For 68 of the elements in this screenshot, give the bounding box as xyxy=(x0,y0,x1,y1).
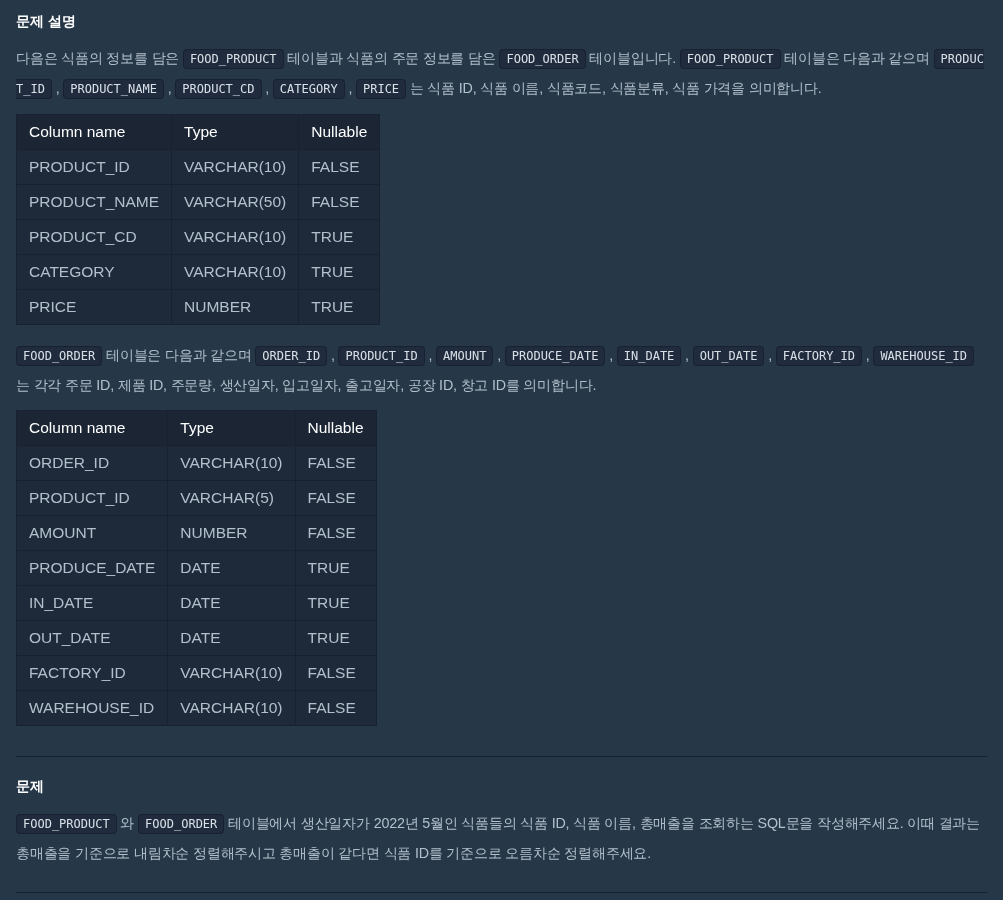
inline-code: WAREHOUSE_ID xyxy=(873,346,975,366)
table-cell: DATE xyxy=(167,585,296,621)
column-header: Type xyxy=(167,410,296,446)
column-header: Column name xyxy=(16,114,172,150)
column-header: Nullable xyxy=(295,410,377,446)
inline-code: PRODUCT_NAME xyxy=(63,79,164,99)
column-header: Type xyxy=(171,114,299,150)
table-cell: TRUE xyxy=(298,254,380,290)
inline-code: PRODUCT_CD xyxy=(175,79,262,99)
table-cell: OUT_DATE xyxy=(16,620,168,656)
table-cell: NUMBER xyxy=(171,289,299,325)
table-cell: PRODUCT_ID xyxy=(16,149,172,185)
table-cell: FALSE xyxy=(295,445,377,481)
table-cell: PRODUCE_DATE xyxy=(16,550,168,586)
paragraph: FOOD_PRODUCT 와 FOOD_ORDER 테이블에서 생산일자가 2022년 5월인 식품들의 식품 ID, 식품 이름, 총매출을 조회하는 SQL문을 작성해주세요. 이때 결과는 총매출을 기준으로 내림차순 정렬해주시고 총매출이 같다면 식품 ID를 기준으로 오름차순 정렬해주세요. xyxy=(16,813,982,863)
table-cell: NUMBER xyxy=(167,515,296,551)
inline-code: CATEGORY xyxy=(272,79,345,99)
table-cell: FACTORY_ID xyxy=(16,655,168,691)
table-cell: VARCHAR(10) xyxy=(167,655,296,691)
table-cell: IN_DATE xyxy=(16,585,168,621)
paragraph: 다음은 식품의 정보를 담은 FOOD_PRODUCT 테이블과 식품의 주문 정보를 담은 FOOD_ORDER 테이블입니다. FOOD_PRODUCT 테이블은 다음과 같으며 PRODUCT_ID , PRODUCT_NAME , PRODUCT_CD , CATEGORY , PRICE 는 식품 ID, 식품 이름, 식품코드, 식품분류, 식품 가격을 의미합니다. xyxy=(16,44,988,104)
table-cell: WAREHOUSE_ID xyxy=(16,690,168,726)
table-cell: FALSE xyxy=(298,184,380,220)
table-cell: PRODUCT_NAME xyxy=(16,184,172,220)
inline-code: AMOUNT xyxy=(436,346,494,366)
inline-code: IN_DATE xyxy=(616,346,682,366)
table-cell: TRUE xyxy=(295,620,377,656)
table-cell: PRODUCT_CD xyxy=(16,219,172,255)
table-cell: VARCHAR(10) xyxy=(171,149,299,185)
table-cell: FALSE xyxy=(298,149,380,185)
inline-code: FOOD_PRODUCT xyxy=(16,814,117,834)
inline-code: OUT_DATE xyxy=(692,346,765,366)
table-cell: VARCHAR(10) xyxy=(167,445,296,481)
table-cell: PRODUCT_ID xyxy=(16,480,168,516)
inline-code: ORDER_ID xyxy=(255,346,328,366)
table-cell: TRUE xyxy=(298,289,380,325)
table-cell: DATE xyxy=(167,550,296,586)
table-cell: ORDER_ID xyxy=(16,445,168,481)
table-cell: AMOUNT xyxy=(16,515,168,551)
table-cell: TRUE xyxy=(295,585,377,621)
table-cell: VARCHAR(10) xyxy=(167,690,296,726)
table-cell: VARCHAR(50) xyxy=(171,184,299,220)
table-cell: TRUE xyxy=(295,550,377,586)
inline-code: PRODUCT_ID xyxy=(338,346,425,366)
table-cell: FALSE xyxy=(295,480,377,516)
table-cell: FALSE xyxy=(295,655,377,691)
section-title: 문제 xyxy=(16,777,45,795)
table-cell: CATEGORY xyxy=(16,254,172,290)
column-header: Nullable xyxy=(298,114,380,150)
inline-code: FOOD_ORDER xyxy=(499,49,586,69)
inline-code: PRODUCE_DATE xyxy=(504,346,606,366)
inline-code: FOOD_PRODUCT xyxy=(182,49,284,69)
table-cell: VARCHAR(5) xyxy=(167,480,296,516)
table-cell: FALSE xyxy=(295,515,377,551)
inline-code: FOOD_ORDER xyxy=(138,814,225,834)
table-cell: VARCHAR(10) xyxy=(171,254,299,290)
table-cell: DATE xyxy=(167,620,296,656)
table-cell: TRUE xyxy=(298,219,380,255)
section-title: 문제 설명 xyxy=(16,12,77,30)
inline-code: FOOD_ORDER xyxy=(16,346,103,366)
table-cell: PRICE xyxy=(16,289,172,325)
table-cell: FALSE xyxy=(295,690,377,726)
inline-code: PRICE xyxy=(355,79,407,99)
paragraph: FOOD_ORDER 테이블은 다음과 같으며 ORDER_ID , PRODUCT_ID , AMOUNT , PRODUCE_DATE , IN_DATE , OUT_DATE , FACTORY_ID , WAREHOUSE_ID 는 각각 주문 ID, 제품 ID, 주문량, 생산일자, 입고일자, 출고일자, 공장 ID, 창고 ID를 의미합니다. xyxy=(16,341,988,400)
table-cell: VARCHAR(10) xyxy=(171,219,299,255)
inline-code: FACTORY_ID xyxy=(775,346,863,366)
inline-code: FOOD_PRODUCT xyxy=(679,49,781,69)
column-header: Column name xyxy=(16,410,168,446)
